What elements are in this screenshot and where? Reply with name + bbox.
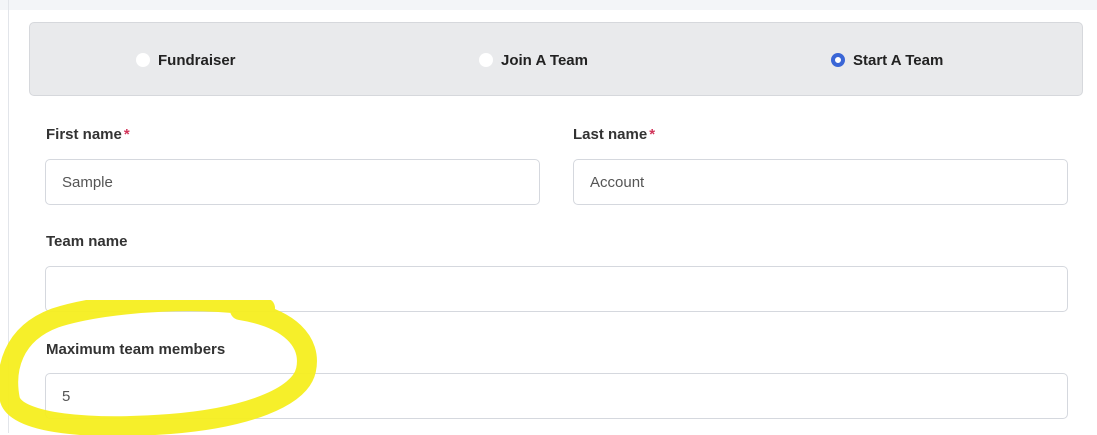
team-name-label: Team name <box>46 233 127 250</box>
left-border <box>8 0 9 433</box>
registration-type-selector: Fundraiser Join A Team Start A Team <box>29 22 1083 96</box>
radio-checked-icon[interactable] <box>831 53 845 67</box>
first-name-label: First name * <box>46 126 130 143</box>
first-name-label-text: First name <box>46 126 122 143</box>
team-name-input[interactable] <box>45 266 1068 312</box>
option-fundraiser[interactable]: Fundraiser <box>136 23 236 97</box>
max-team-members-input[interactable] <box>45 373 1068 419</box>
last-name-label: Last name * <box>573 126 655 143</box>
last-name-input[interactable] <box>573 159 1068 205</box>
option-start-a-team[interactable]: Start A Team <box>831 23 943 97</box>
top-strip <box>0 0 1097 10</box>
required-marker: * <box>649 126 656 143</box>
option-label: Join A Team <box>501 51 588 69</box>
radio-unchecked-icon[interactable] <box>136 53 150 67</box>
option-label: Start A Team <box>853 51 944 69</box>
last-name-label-text: Last name <box>573 126 648 143</box>
option-label: Fundraiser <box>158 51 236 69</box>
team-name-label-text: Team name <box>46 233 128 250</box>
option-join-a-team[interactable]: Join A Team <box>479 23 588 97</box>
radio-unchecked-icon[interactable] <box>479 53 493 67</box>
max-team-members-label: Maximum team members <box>46 341 225 358</box>
max-team-members-label-text: Maximum team members <box>46 341 226 358</box>
required-marker: * <box>123 126 130 143</box>
first-name-input[interactable] <box>45 159 540 205</box>
